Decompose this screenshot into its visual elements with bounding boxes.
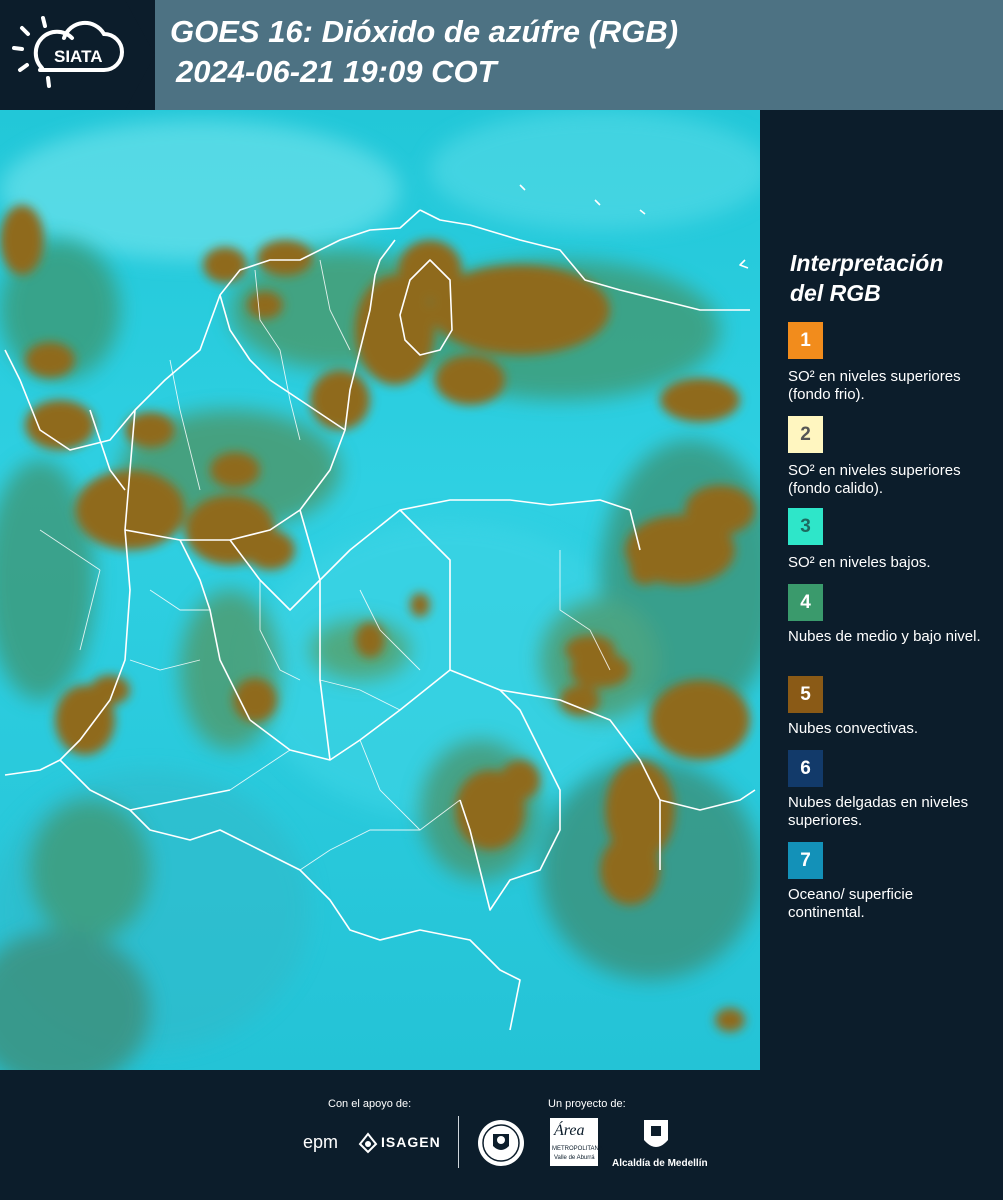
area-metropolitana-logo: Área METROPOLITANA Valle de Aburrá	[550, 1118, 603, 1166]
legend-panel: Interpretación del RGB 1 SO² en niveles …	[760, 110, 1003, 1070]
footer: Con el apoyo de: Un proyecto de: epm ISA…	[0, 1070, 1003, 1200]
siata-logo: SIATA	[12, 16, 124, 88]
project-label: Un proyecto de:	[548, 1098, 626, 1110]
legend-title-line2: del RGB	[790, 280, 881, 306]
legend-swatch-4: 4	[788, 584, 823, 621]
logo-arrow-shape	[125, 0, 155, 110]
legend-swatch-3: 3	[788, 508, 823, 545]
header-bar: SIATA GOES 16: Dióxido de azúfre (RGB) 2…	[0, 0, 1003, 110]
alcaldia-logo-text: Alcaldía de Medellín	[612, 1158, 708, 1169]
epm-logo: epm	[303, 1132, 339, 1152]
area-logo-sub1: METROPOLITANA	[552, 1146, 603, 1152]
legend-label-2: SO² en niveles superiores (fondo calido)…	[788, 462, 961, 497]
isagen-logo: ISAGEN	[381, 1134, 441, 1150]
area-logo-sub2: Valle de Aburrá	[554, 1155, 595, 1161]
medellin-university-seal	[478, 1120, 524, 1166]
legend-swatch-1: 1	[788, 322, 823, 359]
legend-swatch-6: 6	[788, 750, 823, 787]
legend-swatch-5: 5	[788, 676, 823, 713]
legend-title: Interpretación del RGB	[790, 248, 943, 308]
page-timestamp: 2024-06-21 19:09 COT	[176, 54, 497, 89]
isagen-icon	[358, 1132, 378, 1154]
legend-swatch-7: 7	[788, 842, 823, 879]
alcaldia-coat-of-arms	[644, 1120, 668, 1147]
satellite-map-svg	[0, 110, 760, 1070]
legend-label-1: SO² en niveles superiores (fondo frio).	[788, 368, 961, 403]
legend-label-6: Nubes delgadas en niveles superiores.	[788, 794, 969, 829]
legend-swatch-2: 2	[788, 416, 823, 453]
legend-label-7: Oceano/ superficie continental.	[788, 886, 914, 921]
legend-label-3: SO² en niveles bajos.	[788, 554, 931, 571]
legend-label-4: Nubes de medio y bajo nivel.	[788, 628, 981, 645]
page-title: GOES 16: Dióxido de azúfre (RGB)	[170, 14, 679, 49]
legend-title-line1: Interpretación	[790, 250, 944, 276]
support-label: Con el apoyo de:	[328, 1098, 412, 1110]
legend-label-5: Nubes convectivas.	[788, 720, 919, 737]
logo-text: SIATA	[54, 47, 102, 66]
area-logo-text: Área	[554, 1122, 585, 1139]
satellite-image	[0, 110, 760, 1070]
footer-divider	[458, 1116, 459, 1168]
